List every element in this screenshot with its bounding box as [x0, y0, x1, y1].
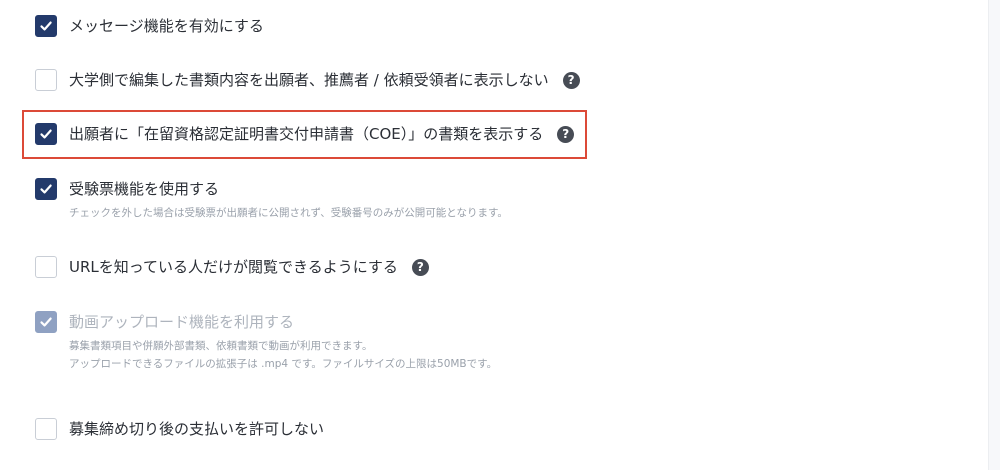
settings-panel: メッセージ機能を有効にする 大学側で編集した書類内容を出願者、推薦者 / 依頼受… [0, 0, 1000, 470]
exam-ticket-checkbox[interactable] [35, 178, 57, 200]
disallow-late-payment-checkbox[interactable] [35, 418, 57, 440]
question-circle-icon[interactable]: ? [557, 125, 575, 143]
question-circle-icon[interactable]: ? [562, 71, 580, 89]
video-upload-description-2: アップロードできるファイルの拡張子は .mp4 です。ファイルサイズの上限は50… [69, 358, 498, 370]
option-disallow-late-payment: 募集締め切り後の支払いを許可しない [35, 418, 324, 440]
message-feature-checkbox[interactable] [35, 15, 57, 37]
option-url-only-access: URLを知っている人だけが閲覧できるようにする ? [35, 256, 429, 278]
option-show-coe-document: 出願者に「在留資格認定証明書交付申請書（COE）」の書類を表示する ? [35, 123, 575, 145]
exam-ticket-description: チェックを外した場合は受験票が出願者に公開されず、受験番号のみが公開可能となりま… [69, 207, 508, 219]
hide-edited-documents-label: 大学側で編集した書類内容を出願者、推薦者 / 依頼受領者に表示しない [69, 71, 549, 89]
question-circle-icon[interactable]: ? [411, 258, 429, 276]
checkmark-icon [40, 129, 52, 139]
message-feature-label: メッセージ機能を有効にする [69, 17, 264, 35]
url-only-access-label: URLを知っている人だけが閲覧できるようにする [69, 258, 398, 276]
exam-ticket-label: 受験票機能を使用する [69, 180, 220, 198]
option-exam-ticket: 受験票機能を使用する チェックを外した場合は受験票が出願者に公開されず、受験番号… [35, 178, 508, 222]
option-message-feature: メッセージ機能を有効にする [35, 15, 264, 37]
option-hide-edited-documents: 大学側で編集した書類内容を出願者、推薦者 / 依頼受領者に表示しない ? [35, 69, 580, 91]
video-upload-label: 動画アップロード機能を利用する [69, 313, 295, 331]
url-only-access-checkbox[interactable] [35, 256, 57, 278]
video-upload-description-1: 募集書類項目や併願外部書類、依頼書類で動画が利用できます。 [69, 340, 373, 352]
checkmark-icon [40, 184, 52, 194]
option-video-upload: 動画アップロード機能を利用する 募集書類項目や併願外部書類、依頼書類で動画が利用… [35, 311, 497, 373]
right-edge-panel [988, 0, 1000, 470]
disallow-late-payment-label: 募集締め切り後の支払いを許可しない [69, 420, 325, 438]
checkmark-icon [40, 21, 52, 31]
video-upload-checkbox [35, 311, 57, 333]
show-coe-document-checkbox[interactable] [35, 123, 57, 145]
hide-edited-documents-checkbox[interactable] [35, 69, 57, 91]
checkmark-icon [40, 317, 52, 327]
show-coe-document-label: 出願者に「在留資格認定証明書交付申請書（COE）」の書類を表示する [69, 125, 544, 143]
